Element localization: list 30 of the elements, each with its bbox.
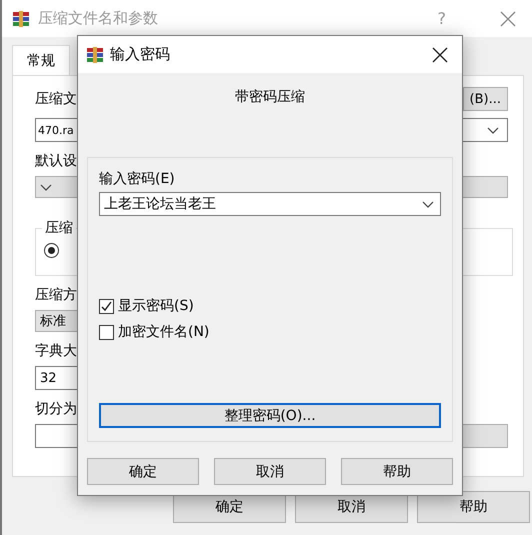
dialog-title: 输入密码: [110, 45, 171, 64]
field-label: 切分为: [35, 400, 77, 418]
chevron-down-icon: [40, 184, 52, 190]
books-icon: [86, 46, 104, 64]
checkbox[interactable]: [99, 324, 114, 340]
group-label: 压缩: [42, 219, 76, 237]
dialog-button[interactable]: 取消: [214, 458, 326, 485]
field-label: 压缩文: [35, 90, 77, 108]
dialog-button[interactable]: 确定: [87, 458, 199, 485]
organize-passwords-button[interactable]: 整理密码(O)...: [99, 403, 441, 428]
tab[interactable]: 常规: [12, 45, 70, 75]
dialog-button[interactable]: 帮助: [417, 491, 530, 523]
field-label: 字典大: [35, 342, 77, 360]
window-title: 压缩文件名和参数: [38, 9, 159, 28]
field-label: 默认设: [35, 152, 77, 170]
close-icon[interactable]: [432, 46, 448, 62]
checkbox-option[interactable]: 加密文件名(N): [99, 321, 441, 343]
password-field[interactable]: 上老王论坛当老王: [99, 192, 441, 216]
checkbox[interactable]: [99, 298, 114, 314]
chevron-down-icon: [487, 126, 499, 134]
field-label: 压缩方: [35, 286, 77, 304]
chevron-down-icon: [422, 200, 434, 208]
side-button[interactable]: [462, 424, 508, 448]
dialog-button[interactable]: 帮助: [341, 458, 453, 485]
field-label: 输入密码(E): [99, 171, 175, 187]
browse-button[interactable]: (B)...: [462, 87, 508, 111]
checkbox-option[interactable]: 显示密码(S): [99, 295, 441, 317]
dialog-heading: 带密码压缩: [234, 88, 306, 107]
radio-button[interactable]: [44, 243, 59, 258]
books-icon: [12, 10, 30, 28]
